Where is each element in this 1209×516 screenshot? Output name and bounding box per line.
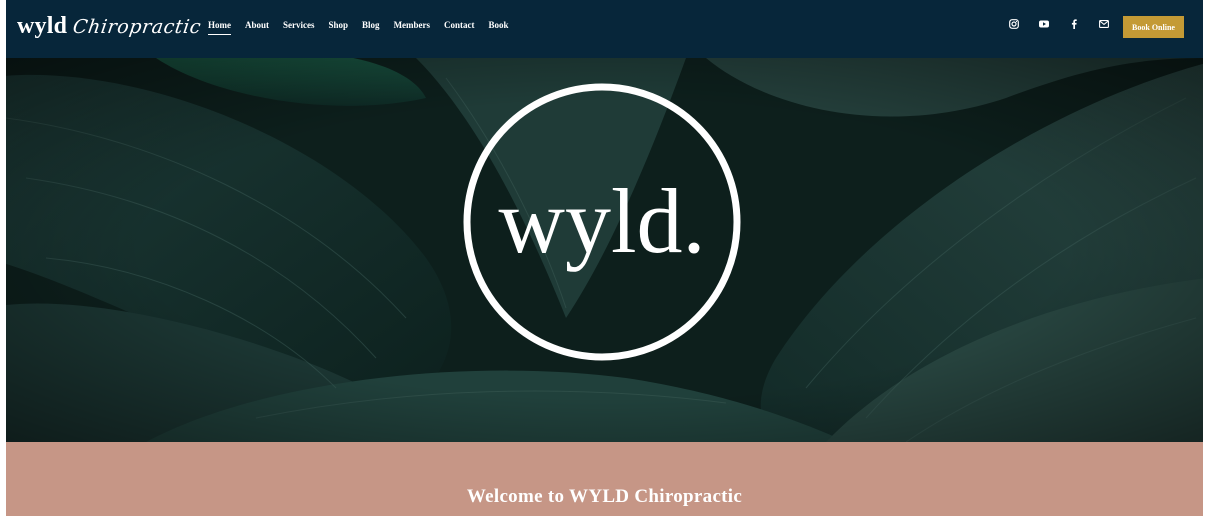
hero-banner: wyld. (6, 58, 1203, 442)
logo-wordmark: wyld (17, 13, 68, 39)
menu-item-services[interactable]: Services (283, 20, 315, 30)
menu-item-members[interactable]: Members (394, 20, 430, 30)
menu-item-about[interactable]: About (245, 20, 269, 30)
instagram-icon[interactable] (1008, 18, 1020, 30)
facebook-icon[interactable] (1068, 18, 1080, 30)
welcome-heading: Welcome to WYLD Chiropractic (466, 486, 743, 507)
menu-item-blog[interactable]: Blog (362, 20, 380, 30)
menu-item-shop[interactable]: Shop (329, 20, 349, 30)
welcome-section: Welcome to WYLD Chiropractic (6, 442, 1203, 516)
menu-item-home[interactable]: Home (208, 20, 231, 35)
site-header: wyld Chiropractic Home About Services Sh… (6, 0, 1203, 58)
main-menu: Home About Services Shop Blog Members Co… (208, 20, 523, 35)
menu-item-book[interactable]: Book (489, 20, 509, 30)
site-logo[interactable]: wyld Chiropractic (17, 13, 203, 43)
social-links (1008, 18, 1128, 30)
email-icon[interactable] (1098, 18, 1110, 30)
wyld-circle-logo: wyld. (463, 83, 741, 361)
hero-logo-text: wyld. (499, 170, 706, 272)
logo-script-text: Chiropractic (71, 16, 203, 38)
youtube-icon[interactable] (1038, 18, 1050, 30)
menu-item-contact[interactable]: Contact (444, 20, 475, 30)
book-online-button[interactable]: Book Online (1123, 16, 1184, 38)
